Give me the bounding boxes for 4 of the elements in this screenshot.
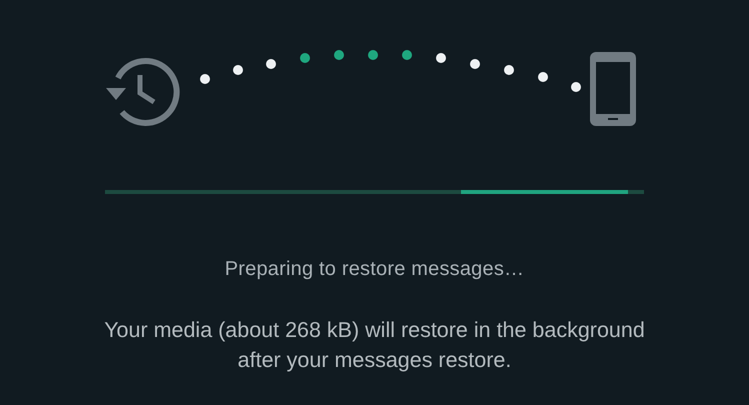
history-icon	[106, 58, 180, 126]
status-text: Preparing to restore messages…	[224, 258, 524, 281]
info-text: Your media (about 268 kB) will restore in the background after your messages restore.	[103, 317, 646, 374]
phone-icon	[590, 52, 636, 126]
